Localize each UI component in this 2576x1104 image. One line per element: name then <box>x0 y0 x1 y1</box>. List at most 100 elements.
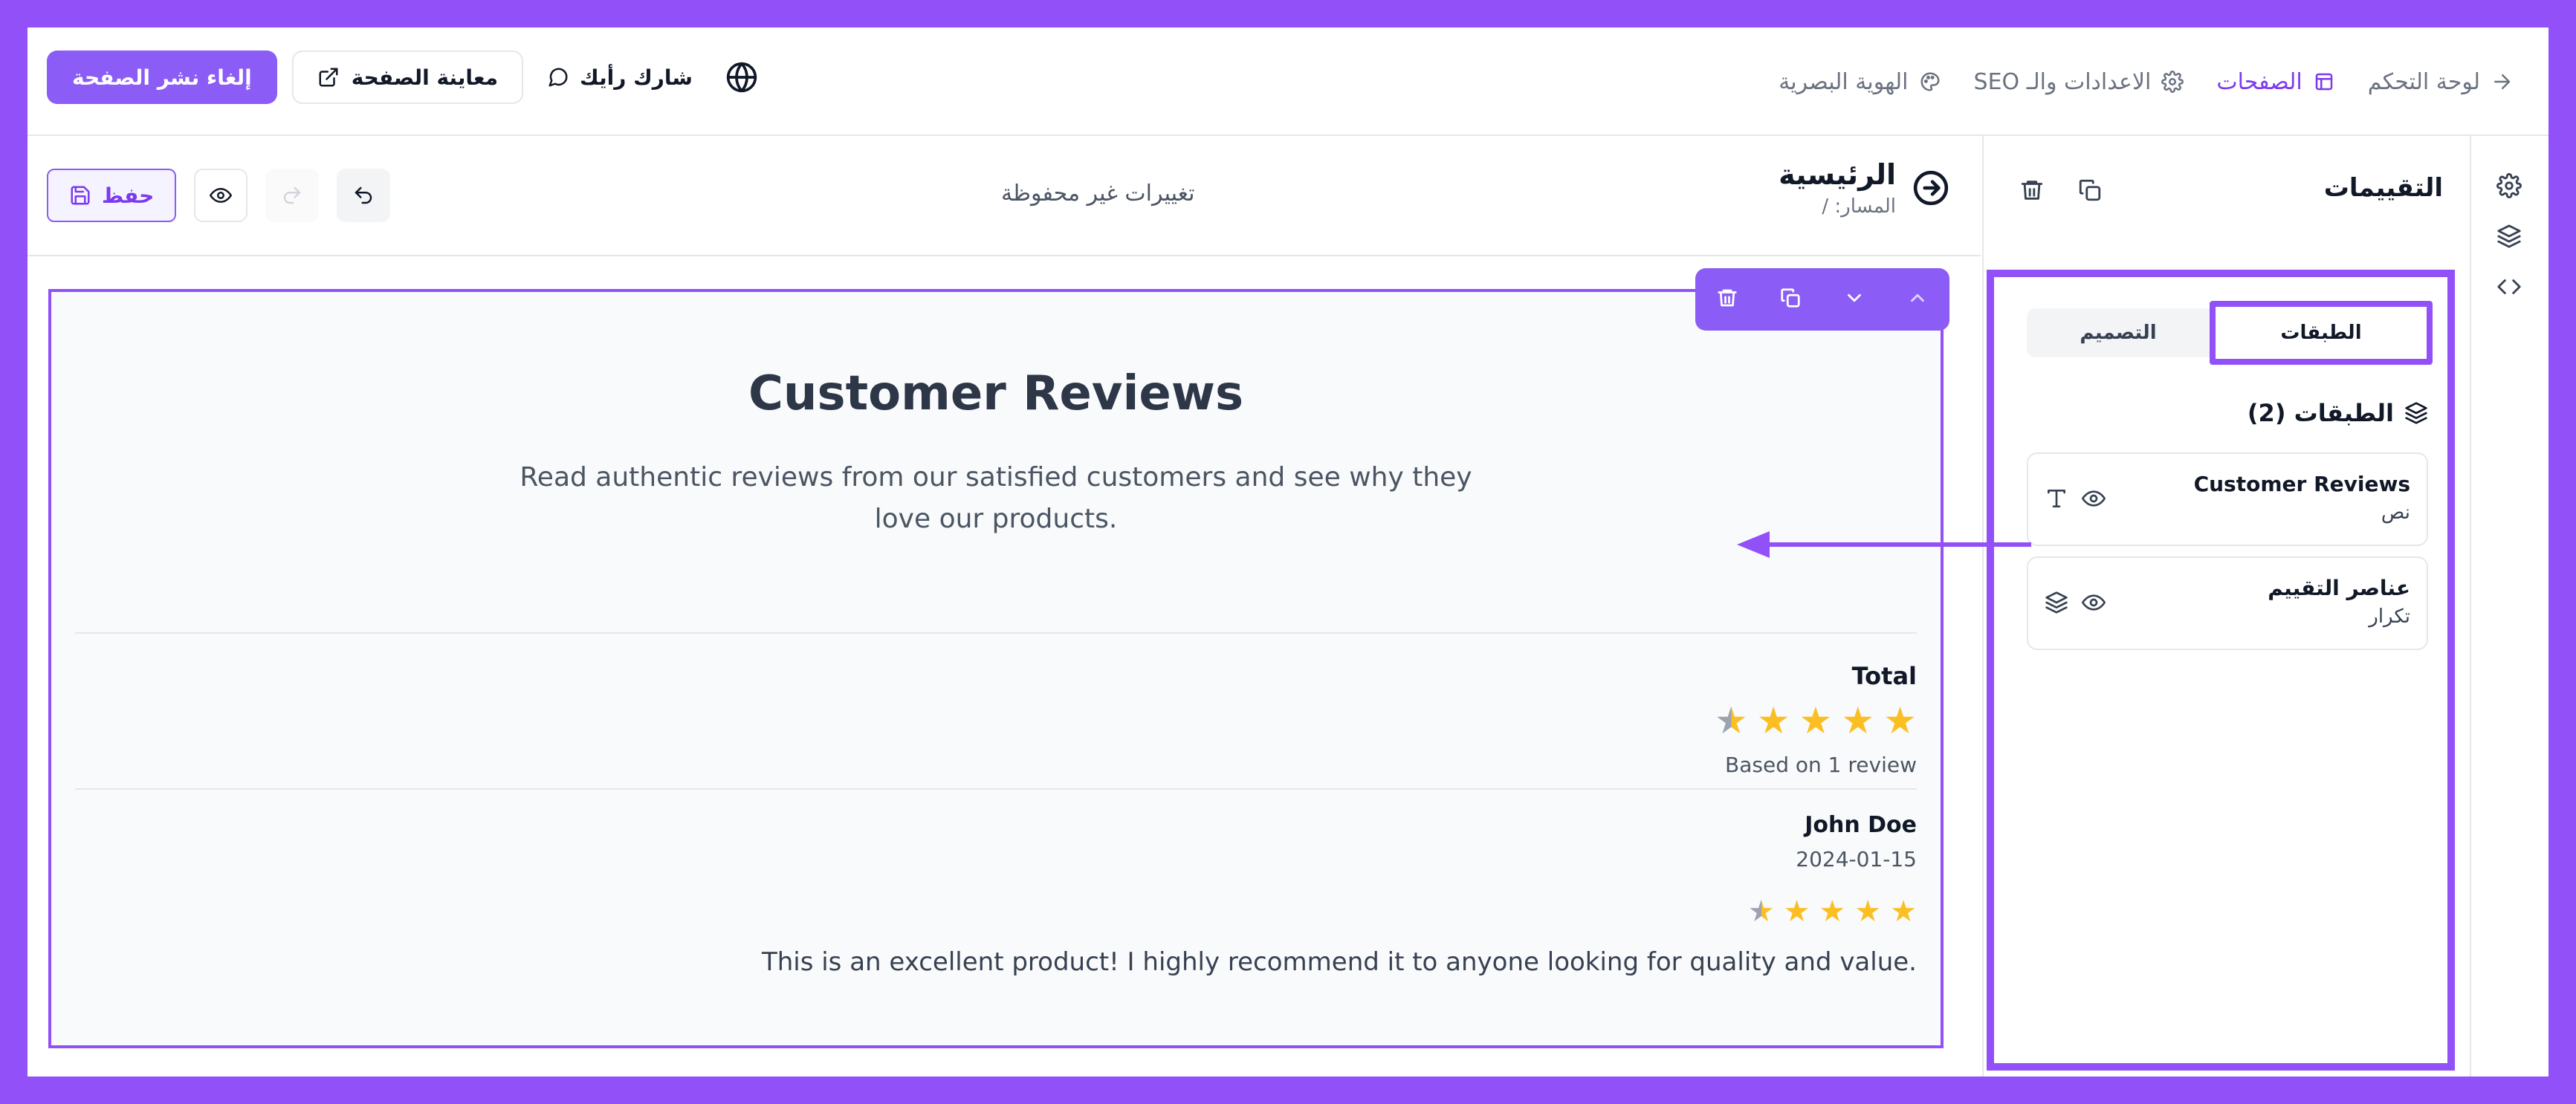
layout-icon <box>2315 73 2333 91</box>
editor-toolbar: الرئيسية المسار: / تغييرات غير محفوظة حف… <box>27 136 1981 256</box>
layer-type: نص <box>2381 501 2410 524</box>
copy-icon <box>2079 179 2101 201</box>
review-date: 2024-01-15 <box>1796 847 1917 871</box>
edit-actions: حفظ <box>47 169 391 222</box>
unsaved-status: تغييرات غير محفوظة <box>1001 181 1195 207</box>
nav-branding[interactable]: الهوية البصرية <box>1779 69 1941 95</box>
layer-type: تكرار <box>2369 605 2410 628</box>
layer-name: عناصر التقييم <box>2268 576 2410 600</box>
page-name: الرئيسية <box>1779 158 1896 191</box>
header-actions: إلغاء نشر الصفحة معاينة الصفحة شارك رأيك <box>47 50 767 105</box>
nav-pages[interactable]: الصفحات <box>2216 69 2334 95</box>
star-icon: ★ <box>1799 699 1833 742</box>
visibility-toggle[interactable] <box>2082 591 2106 617</box>
gear-icon <box>2496 173 2522 198</box>
panel-tabs: الطبقات التصميم <box>2027 301 2433 365</box>
total-label: Total <box>1851 662 1917 690</box>
circle-arrow-right-icon <box>1913 170 1949 206</box>
palette-icon <box>1920 72 1940 91</box>
review-stars: ★ ★ ★ ★ ★ <box>762 897 1917 926</box>
layers-heading-label: الطبقات (2) <box>2247 399 2394 427</box>
redo-icon <box>284 186 301 204</box>
layer-name: Customer Reviews <box>2193 472 2410 496</box>
undo-icon <box>355 186 372 204</box>
layers-heading: الطبقات (2) <box>2247 399 2428 427</box>
unpublish-button[interactable]: إلغاء نشر الصفحة <box>47 51 277 104</box>
delete-block-button[interactable] <box>1716 287 1738 312</box>
star-icon: ★ <box>1756 699 1790 742</box>
preview-label: معاينة الصفحة <box>351 65 499 90</box>
reviewer-name: John Doe <box>1805 812 1917 838</box>
total-stars: ★ ★ ★ ★ ★ <box>1715 702 1917 739</box>
section-floating-toolbar <box>1695 268 1949 331</box>
divider <box>75 788 1917 790</box>
gear-icon <box>2161 71 2184 93</box>
duplicate-block-button[interactable] <box>1779 287 1802 312</box>
reviews-section[interactable]: Customer Reviews Read authentic reviews … <box>48 289 1944 1048</box>
tab-layers[interactable]: الطبقات <box>2210 301 2433 365</box>
trash-icon <box>1718 289 1737 307</box>
star-icon: ★ <box>1854 894 1882 929</box>
nav-dashboard[interactable]: لوحة التحكم <box>2368 69 2513 95</box>
rail-settings[interactable] <box>2496 173 2522 198</box>
settings-panel: التقييمات الطبقات التصميم الطبقات (2) Cu… <box>1982 136 2470 1077</box>
external-link-icon <box>319 68 338 87</box>
main-nav: لوحة التحكم الصفحات الاعدادات والـ SEO ا… <box>1779 27 2513 136</box>
save-button[interactable]: حفظ <box>47 169 177 222</box>
visibility-toggle[interactable] <box>2082 487 2106 513</box>
text-icon <box>2045 487 2068 513</box>
layers-icon <box>2497 224 2521 248</box>
duplicate-section-button[interactable] <box>2077 178 2103 206</box>
layer-item-customer-reviews[interactable]: Customer Reviews نص <box>2027 452 2428 546</box>
star-icon: ★ <box>1890 894 1917 929</box>
review-count: Based on 1 review <box>1725 753 1917 777</box>
preview-toggle-button[interactable] <box>194 169 248 222</box>
section-title[interactable]: Customer Reviews <box>51 366 1941 421</box>
move-down-button[interactable] <box>1843 287 1865 312</box>
eye-icon <box>210 188 233 203</box>
layers-icon <box>2045 591 2068 617</box>
preview-button[interactable]: معاينة الصفحة <box>291 51 524 104</box>
page-info: الرئيسية المسار: / <box>1779 158 1949 218</box>
save-icon <box>71 186 90 205</box>
nav-settings-seo[interactable]: الاعدادات والـ SEO <box>1974 69 2184 95</box>
panel-title: التقييمات <box>2323 173 2443 203</box>
chevron-down-icon <box>1847 293 1861 302</box>
rating-summary: Total ★ ★ ★ ★ ★ Based on 1 review <box>1715 662 1917 777</box>
star-icon: ★ <box>1883 699 1917 742</box>
page-path: المسار: / <box>1822 195 1896 218</box>
top-header: لوحة التحكم الصفحات الاعدادات والـ SEO ا… <box>27 27 2549 136</box>
feedback-button[interactable]: شارك رأيك <box>538 65 702 90</box>
star-half-icon: ★ <box>1747 894 1775 929</box>
rail-layers[interactable] <box>2496 224 2522 249</box>
globe-icon <box>726 62 757 93</box>
copy-icon <box>1781 288 1800 308</box>
star-icon: ★ <box>1783 894 1810 929</box>
tab-design[interactable]: التصميم <box>2027 308 2210 357</box>
language-button[interactable] <box>716 61 767 94</box>
layers-highlight-frame: الطبقات التصميم الطبقات (2) Customer Rev… <box>1987 270 2455 1071</box>
nav-branding-label: الهوية البصرية <box>1779 68 1909 95</box>
save-label: حفظ <box>102 183 155 208</box>
star-icon: ★ <box>1819 894 1846 929</box>
star-half-icon: ★ <box>1714 699 1748 742</box>
delete-section-button[interactable] <box>2019 178 2045 206</box>
rail-code[interactable] <box>2496 274 2522 299</box>
panel-header: التقييمات <box>1982 136 2470 246</box>
section-subtitle[interactable]: Read authentic reviews from our satisfie… <box>497 457 1495 540</box>
editor-area: الرئيسية المسار: / تغييرات غير محفوظة حف… <box>27 136 1981 1077</box>
undo-button[interactable] <box>337 169 391 222</box>
feedback-label: شارك رأيك <box>580 65 693 90</box>
layers-icon <box>2405 402 2427 424</box>
review-text: This is an excellent product! I highly r… <box>761 947 1917 977</box>
redo-button[interactable] <box>265 169 320 222</box>
page-canvas: Customer Reviews Read authentic reviews … <box>27 256 1981 1077</box>
move-up-button[interactable] <box>1906 287 1929 312</box>
review-item: John Doe 2024-01-15 ★ ★ ★ ★ ★ This is an… <box>762 812 1917 977</box>
layer-item-review-elements[interactable]: عناصر التقييم تكرار <box>2027 556 2428 650</box>
eye-icon <box>2082 594 2106 611</box>
nav-pages-label: الصفحات <box>2216 68 2302 95</box>
side-rail <box>2470 136 2549 1077</box>
eye-icon <box>2082 490 2106 507</box>
back-button[interactable] <box>1912 169 1949 207</box>
